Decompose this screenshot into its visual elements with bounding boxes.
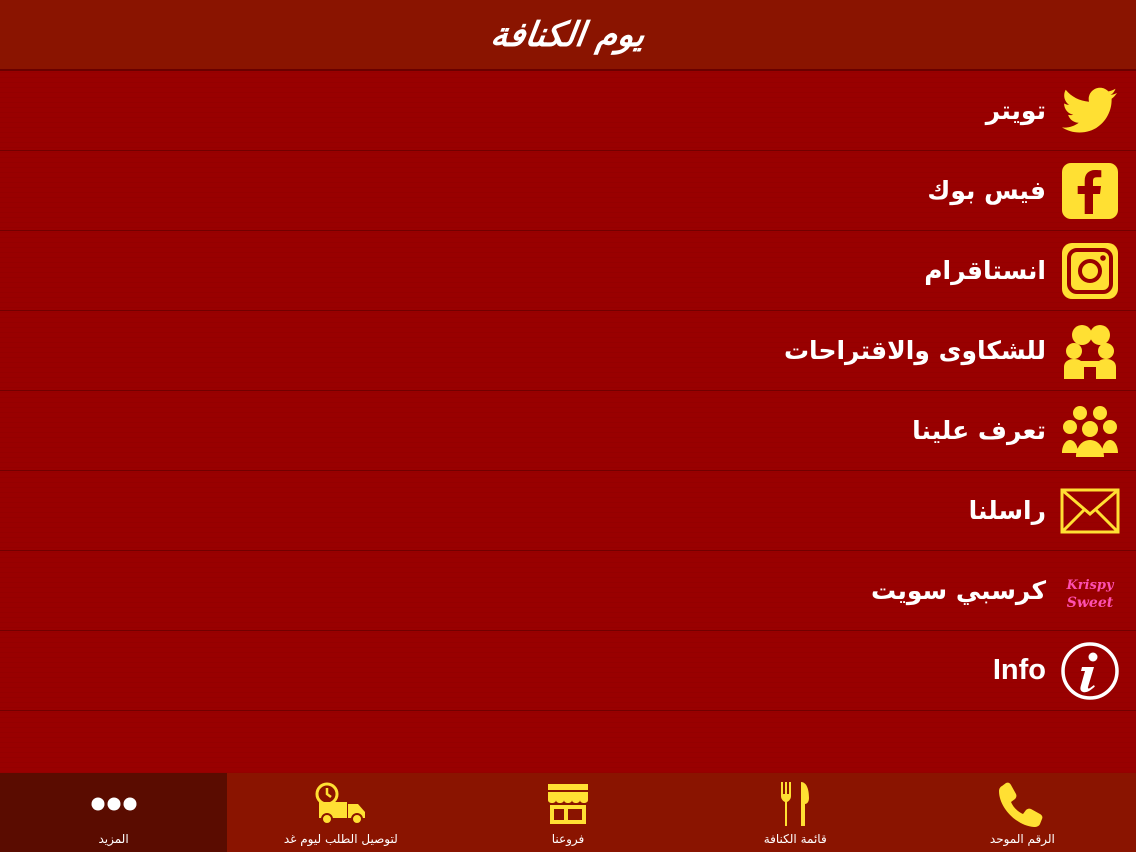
tab-label: لتوصيل الطلب ليوم غد — [283, 832, 398, 846]
tab-label: الرقم الموحد — [989, 832, 1055, 846]
store-icon — [546, 780, 590, 828]
svg-text:Sweet: Sweet — [1067, 595, 1114, 611]
menu-item-label: راسلنا — [968, 496, 1046, 525]
tab-label: قائمة الكنافة — [763, 832, 827, 846]
tab-next-day-delivery[interactable]: لتوصيل الطلب ليوم غد — [227, 773, 454, 852]
phone-icon — [998, 780, 1046, 828]
menu-item-label: Info — [992, 654, 1046, 686]
instagram-icon — [1060, 241, 1120, 301]
app-logo: يوم الكنافة — [488, 14, 648, 55]
mail-icon — [1060, 481, 1120, 541]
tab-more[interactable]: المزيد — [0, 773, 228, 852]
menu-item-label: انستاقرام — [924, 256, 1046, 285]
more-menu-list: تويتر فيس بوك انستاقرام للشكاوى والاقترا… — [0, 71, 1136, 773]
tab-unified-number[interactable]: الرقم الموحد — [909, 773, 1136, 852]
menu-item-label: للشكاوى والاقتراحات — [783, 336, 1046, 365]
menu-item-contact-us[interactable]: راسلنا — [0, 471, 1136, 551]
info-icon — [1060, 641, 1120, 701]
svg-text:Krispy: Krispy — [1065, 578, 1114, 593]
tab-label: المزيد — [98, 832, 129, 846]
bottom-tab-bar: الرقم الموحد قائمة الكنافة فروعنا لتوصيل… — [0, 773, 1136, 852]
menu-item-info[interactable]: Info — [0, 631, 1136, 711]
tab-branches[interactable]: فروعنا — [454, 773, 681, 852]
group-people-icon — [1060, 401, 1120, 461]
twitter-icon — [1060, 81, 1120, 141]
krispy-sweet-logo-icon: Krispy Sweet — [1060, 561, 1120, 621]
menu-item-twitter[interactable]: تويتر — [0, 71, 1136, 151]
menu-item-krispy-sweet[interactable]: Krispy Sweet كرسبي سويت — [0, 551, 1136, 631]
tab-kunafa-menu[interactable]: قائمة الكنافة — [682, 773, 909, 852]
fork-knife-icon — [777, 780, 813, 828]
menu-item-feedback[interactable]: للشكاوى والاقتراحات — [0, 311, 1136, 391]
delivery-truck-icon — [315, 780, 367, 828]
more-dots-icon — [90, 780, 138, 828]
menu-item-label: تعرف علينا — [912, 416, 1046, 445]
feedback-people-icon — [1060, 321, 1120, 381]
menu-item-label: كرسبي سويت — [871, 576, 1046, 605]
menu-item-instagram[interactable]: انستاقرام — [0, 231, 1136, 311]
menu-item-label: تويتر — [985, 96, 1046, 125]
menu-item-about-us[interactable]: تعرف علينا — [0, 391, 1136, 471]
header-bar: يوم الكنافة — [0, 0, 1136, 71]
facebook-icon — [1060, 161, 1120, 221]
menu-item-label: فيس بوك — [927, 176, 1046, 205]
menu-item-facebook[interactable]: فيس بوك — [0, 151, 1136, 231]
tab-label: فروعنا — [551, 832, 585, 846]
